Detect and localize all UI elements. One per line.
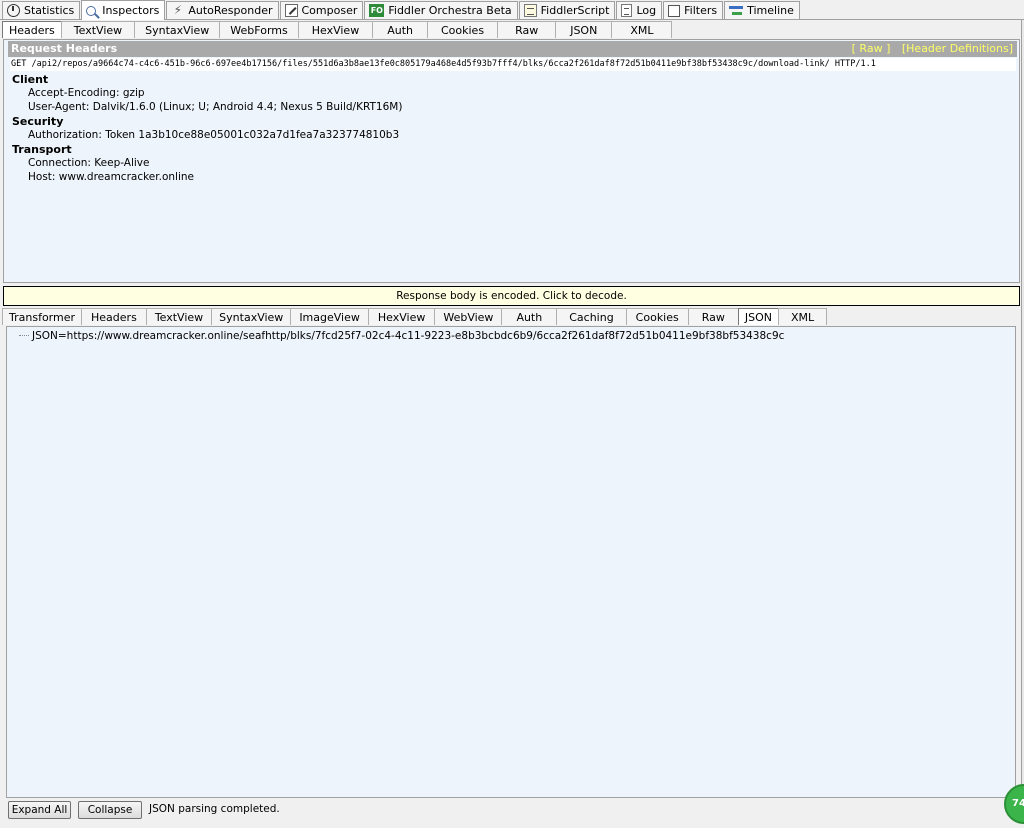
- request-headers-title: Request Headers: [11, 42, 118, 55]
- log-icon: [621, 4, 633, 17]
- request-tab-cookies[interactable]: Cookies: [426, 21, 499, 38]
- bottom-toolbar: Expand All Collapse JSON parsing complet…: [0, 799, 1024, 828]
- response-tab-imageview[interactable]: ImageView: [290, 308, 369, 325]
- header-group-transport[interactable]: Transport: [12, 143, 72, 156]
- json-node-text: JSON=https://www.dreamcracker.online/sea…: [32, 330, 785, 342]
- json-status-text: JSON parsing completed.: [149, 803, 280, 815]
- header-host[interactable]: Host: www.dreamcracker.online: [28, 171, 194, 183]
- tab-log-label: Log: [636, 4, 657, 17]
- tab-autoresponder[interactable]: ⚡ AutoResponder: [166, 1, 279, 19]
- header-definitions-link[interactable]: [Header Definitions]: [902, 42, 1013, 55]
- request-tab-hexview[interactable]: HexView: [297, 21, 374, 38]
- header-authorization[interactable]: Authorization: Token 1a3b10ce88e05001c03…: [28, 129, 399, 141]
- edit-icon: [284, 4, 298, 17]
- response-tab-transformer[interactable]: Transformer: [2, 308, 83, 325]
- script-icon: [523, 4, 537, 17]
- expand-all-button[interactable]: Expand All: [8, 801, 71, 819]
- response-tab-auth[interactable]: Auth: [501, 308, 558, 325]
- decode-notice-bar[interactable]: Response body is encoded. Click to decod…: [3, 286, 1020, 306]
- request-tab-xml[interactable]: XML: [611, 21, 673, 38]
- tab-filters-label: Filters: [684, 4, 718, 17]
- request-tab-auth[interactable]: Auth: [372, 21, 428, 38]
- tab-fiddlerscript-label: FiddlerScript: [540, 4, 610, 17]
- fo-icon: FO: [369, 4, 385, 17]
- stopwatch-icon: [7, 4, 20, 17]
- header-connection[interactable]: Connection: Keep-Alive: [28, 157, 149, 169]
- response-tab-raw[interactable]: Raw: [687, 308, 739, 325]
- response-tab-textview[interactable]: TextView: [145, 308, 213, 325]
- json-tree-panel[interactable]: JSON=https://www.dreamcracker.online/sea…: [6, 326, 1016, 798]
- header-group-client[interactable]: Client: [12, 73, 48, 86]
- tab-inspectors-label: Inspectors: [102, 4, 160, 17]
- lightning-icon: ⚡: [173, 3, 183, 17]
- collapse-button[interactable]: Collapse: [78, 801, 142, 819]
- response-tab-cookies[interactable]: Cookies: [625, 308, 689, 325]
- response-tab-caching[interactable]: Caching: [556, 308, 627, 325]
- checkbox-icon: [668, 4, 681, 17]
- json-tree-node[interactable]: JSON=https://www.dreamcracker.online/sea…: [19, 330, 784, 342]
- request-headers-bar: Request Headers [ Raw ] [Header Definiti…: [8, 41, 1017, 57]
- request-tab-raw[interactable]: Raw: [497, 21, 557, 38]
- response-tab-syntaxview[interactable]: SyntaxView: [211, 308, 292, 325]
- response-tab-bar: Transformer Headers TextView SyntaxView …: [2, 307, 828, 325]
- tab-timeline-label: Timeline: [747, 4, 794, 17]
- request-tab-webforms[interactable]: WebForms: [219, 21, 299, 38]
- request-headers-panel: Request Headers [ Raw ] [Header Definiti…: [3, 39, 1020, 283]
- tab-fiddler-orchestra[interactable]: FO Fiddler Orchestra Beta: [364, 1, 518, 19]
- request-tab-bar: Headers TextView SyntaxView WebForms Hex…: [2, 20, 673, 38]
- request-tab-textview[interactable]: TextView: [60, 21, 136, 38]
- tab-timeline[interactable]: Timeline: [724, 1, 800, 19]
- tab-fiddlerscript[interactable]: FiddlerScript: [518, 1, 616, 19]
- response-tab-json[interactable]: JSON: [737, 308, 780, 325]
- tab-autoresponder-label: AutoResponder: [188, 4, 273, 17]
- header-accept-encoding[interactable]: Accept-Encoding: gzip: [28, 87, 145, 99]
- request-line: GET /api2/repos/a9664c74-c4c6-451b-96c6-…: [10, 58, 1016, 71]
- tab-composer[interactable]: Composer: [279, 1, 364, 19]
- request-tab-syntaxview[interactable]: SyntaxView: [134, 21, 221, 38]
- tree-connector: [19, 335, 29, 336]
- tab-fiddler-orchestra-label: Fiddler Orchestra Beta: [388, 4, 512, 17]
- header-group-security[interactable]: Security: [12, 115, 63, 128]
- response-tab-headers[interactable]: Headers: [81, 308, 147, 325]
- timeline-icon: [729, 4, 744, 17]
- main-tab-bar: Statistics Inspectors ⚡ AutoResponder Co…: [0, 0, 1024, 20]
- response-tab-webview[interactable]: WebView: [434, 308, 503, 325]
- tab-statistics-label: Statistics: [24, 4, 75, 17]
- header-user-agent[interactable]: User-Agent: Dalvik/1.6.0 (Linux; U; Andr…: [28, 101, 402, 113]
- tab-filters[interactable]: Filters: [663, 1, 724, 19]
- response-tab-xml[interactable]: XML: [778, 308, 828, 325]
- request-tab-headers[interactable]: Headers: [2, 21, 62, 38]
- response-tab-hexview[interactable]: HexView: [367, 308, 436, 325]
- tab-composer-label: Composer: [301, 4, 358, 17]
- tab-log[interactable]: Log: [616, 1, 663, 19]
- request-tab-json[interactable]: JSON: [555, 21, 613, 38]
- raw-link[interactable]: [ Raw ]: [852, 42, 891, 55]
- magnifier-icon: [86, 5, 97, 16]
- tab-statistics[interactable]: Statistics: [2, 1, 81, 19]
- tab-inspectors[interactable]: Inspectors: [81, 0, 166, 20]
